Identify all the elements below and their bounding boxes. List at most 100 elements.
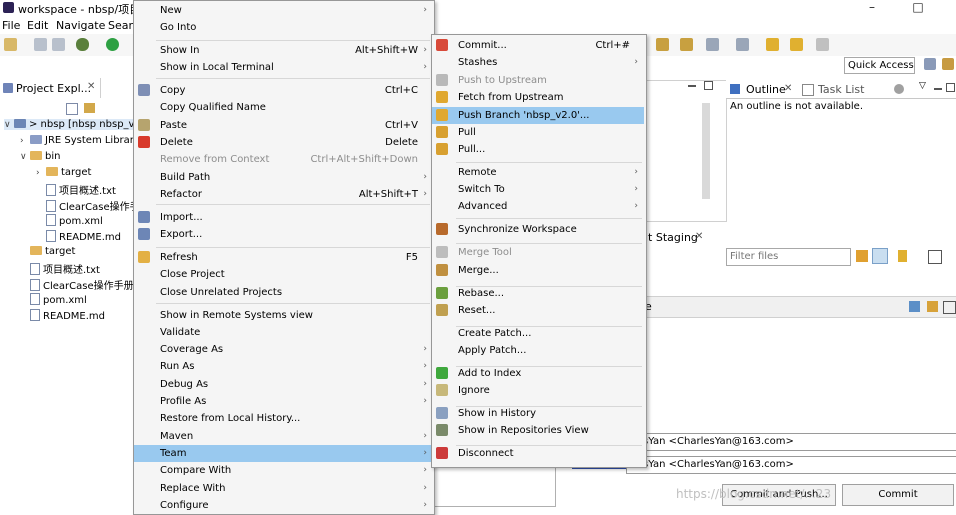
context-menu-item-import[interactable]: Import... xyxy=(134,209,432,226)
context-menu-item-team[interactable]: Team › xyxy=(134,445,432,462)
context-menu-item-replace-with[interactable]: Replace With › xyxy=(134,480,432,497)
nav-next-icon[interactable] xyxy=(816,38,829,51)
team-menu-item-merge-tool[interactable]: Merge Tool xyxy=(432,244,644,261)
team-menu-item-synchronize-workspace[interactable]: Synchronize Workspace xyxy=(432,221,644,238)
context-menu-item-restore-from-local-history[interactable]: Restore from Local History... xyxy=(134,410,432,427)
add-icon[interactable] xyxy=(909,301,920,312)
maximize-button[interactable]: □ xyxy=(908,0,928,14)
team-menu-item-stashes[interactable]: Stashes › xyxy=(432,54,644,71)
list-item[interactable]: README.md xyxy=(30,309,105,322)
tree-icon[interactable] xyxy=(943,301,956,314)
edit-icon[interactable] xyxy=(927,301,938,312)
team-menu-item-add-to-index[interactable]: Add to Index xyxy=(432,365,644,382)
refresh-icon[interactable] xyxy=(856,250,868,262)
back-icon[interactable] xyxy=(766,38,779,51)
context-menu-item-validate[interactable]: Validate xyxy=(134,324,432,341)
team-menu-item-commit[interactable]: Commit... Ctrl+# xyxy=(432,37,644,54)
context-menu-item-remove-from-context[interactable]: Remove from Context Ctrl+Alt+Shift+Down xyxy=(134,151,432,168)
toolbar-icon-d[interactable] xyxy=(736,38,749,51)
context-menu-item-new[interactable]: New › xyxy=(134,2,432,19)
debug-icon[interactable] xyxy=(76,38,89,51)
team-menu-item-push-branch-nbsp-v2-0[interactable]: Push Branch 'nbsp_v2.0'... xyxy=(432,107,644,124)
context-menu-item-coverage-as[interactable]: Coverage As › xyxy=(134,341,432,358)
team-menu-item-push-to-upstream[interactable]: Push to Upstream xyxy=(432,72,644,89)
link-icon[interactable] xyxy=(872,248,888,264)
context-menu-item-profile-as[interactable]: Profile As › xyxy=(134,393,432,410)
list-item[interactable]: pom.xml xyxy=(46,214,103,227)
open-perspective-icon[interactable] xyxy=(924,58,936,70)
quick-access-field[interactable]: Quick Access xyxy=(844,57,915,74)
team-menu-item-ignore[interactable]: Ignore xyxy=(432,382,644,399)
link-with-editor-icon[interactable] xyxy=(84,103,95,113)
team-menu-item-apply-patch[interactable]: Apply Patch... xyxy=(432,342,644,359)
close-icon[interactable]: ✕ xyxy=(87,81,95,92)
toolbar-icon-a[interactable] xyxy=(656,38,669,51)
toolbar-icon-c[interactable] xyxy=(706,38,719,51)
minimize-button[interactable]: – xyxy=(862,0,882,14)
minimize-view-icon[interactable] xyxy=(688,85,696,87)
commit-button[interactable]: Commit xyxy=(842,484,954,506)
new-icon[interactable] xyxy=(4,38,17,51)
team-menu-item-disconnect[interactable]: Disconnect xyxy=(432,445,644,462)
context-menu-item-delete[interactable]: Delete Delete xyxy=(134,134,432,151)
list-item[interactable]: 项目概述.txt xyxy=(46,182,116,197)
context-menu-item-go-into[interactable]: Go Into xyxy=(134,19,432,36)
chevron-down-icon[interactable]: ▽ xyxy=(919,81,926,91)
list-item[interactable]: › target xyxy=(36,167,91,178)
filter-files-input[interactable]: Filter files xyxy=(726,248,851,266)
list-item[interactable]: README.md xyxy=(46,230,121,243)
team-menu-item-show-in-repositories-view[interactable]: Show in Repositories View xyxy=(432,422,644,439)
context-menu-item-copy[interactable]: Copy Ctrl+C xyxy=(134,82,432,99)
maximize-view-icon[interactable] xyxy=(704,81,713,90)
list-item[interactable]: 项目概述.txt xyxy=(30,261,100,276)
list-item[interactable]: ∨ bin xyxy=(20,151,60,162)
team-menu-item-pull[interactable]: Pull... xyxy=(432,141,644,158)
context-menu-item-refactor[interactable]: Refactor Alt+Shift+T › xyxy=(134,186,432,203)
list-item[interactable]: pom.xml xyxy=(30,293,87,306)
tab-outline[interactable]: Outline xyxy=(746,83,786,96)
context-menu-item-configure[interactable]: Configure › xyxy=(134,497,432,514)
menu-file[interactable]: File xyxy=(2,19,20,32)
context-menu-item-show-in[interactable]: Show In Alt+Shift+W › xyxy=(134,42,432,59)
team-menu-item-pull[interactable]: Pull xyxy=(432,124,644,141)
close-icon[interactable]: ✕ xyxy=(784,83,792,94)
list-item[interactable]: ∨ > nbsp [nbsp nbsp_v2 xyxy=(4,119,141,130)
java-perspective-icon[interactable] xyxy=(942,58,954,70)
minimize-view-icon[interactable] xyxy=(934,88,942,90)
context-menu-item-build-path[interactable]: Build Path › xyxy=(134,169,432,186)
context-menu-item-paste[interactable]: Paste Ctrl+V xyxy=(134,117,432,134)
context-menu-item-maven[interactable]: Maven › xyxy=(134,428,432,445)
list-item[interactable]: ClearCase操作手 xyxy=(46,198,140,213)
tab-git-staging[interactable]: it Staging ✕ xyxy=(645,228,745,246)
context-menu-item-show-in-remote-systems-view[interactable]: Show in Remote Systems view xyxy=(134,307,432,324)
forward-icon[interactable] xyxy=(790,38,803,51)
repository-icon[interactable] xyxy=(898,250,907,262)
save-icon[interactable] xyxy=(34,38,47,51)
view-menu-icon[interactable] xyxy=(894,84,904,94)
context-menu-item-export[interactable]: Export... xyxy=(134,226,432,243)
team-menu-item-reset[interactable]: Reset... xyxy=(432,302,644,319)
collapse-all-icon[interactable] xyxy=(66,103,78,115)
team-menu-item-remote[interactable]: Remote › xyxy=(432,164,644,181)
scrollbar[interactable] xyxy=(702,103,710,199)
menu-edit[interactable]: Edit xyxy=(27,19,48,32)
committer-field[interactable]: rlesYan <CharlesYan@163.com> xyxy=(626,456,956,474)
menu-navigate[interactable]: Navigate xyxy=(56,19,105,32)
team-menu-item-show-in-history[interactable]: Show in History xyxy=(432,405,644,422)
list-item[interactable]: ClearCase操作手册 xyxy=(30,277,134,292)
run-icon[interactable] xyxy=(106,38,119,51)
context-menu-item-close-unrelated-projects[interactable]: Close Unrelated Projects xyxy=(134,284,432,301)
save-all-icon[interactable] xyxy=(52,38,65,51)
list-item[interactable]: target xyxy=(30,246,75,257)
context-menu-item-close-project[interactable]: Close Project xyxy=(134,266,432,283)
context-menu-item-debug-as[interactable]: Debug As › xyxy=(134,376,432,393)
context-menu-item-copy-qualified-name[interactable]: Copy Qualified Name xyxy=(134,99,432,116)
maximize-view-icon[interactable] xyxy=(946,83,955,92)
context-menu-item-refresh[interactable]: Refresh F5 xyxy=(134,249,432,266)
team-menu-item-create-patch[interactable]: Create Patch... xyxy=(432,325,644,342)
team-menu-item-merge[interactable]: Merge... xyxy=(432,262,644,279)
list-item[interactable]: › JRE System Library xyxy=(20,135,140,146)
close-icon[interactable]: ✕ xyxy=(695,231,703,242)
tab-task-list[interactable]: Task List xyxy=(818,83,864,96)
team-menu-item-rebase[interactable]: Rebase... xyxy=(432,285,644,302)
